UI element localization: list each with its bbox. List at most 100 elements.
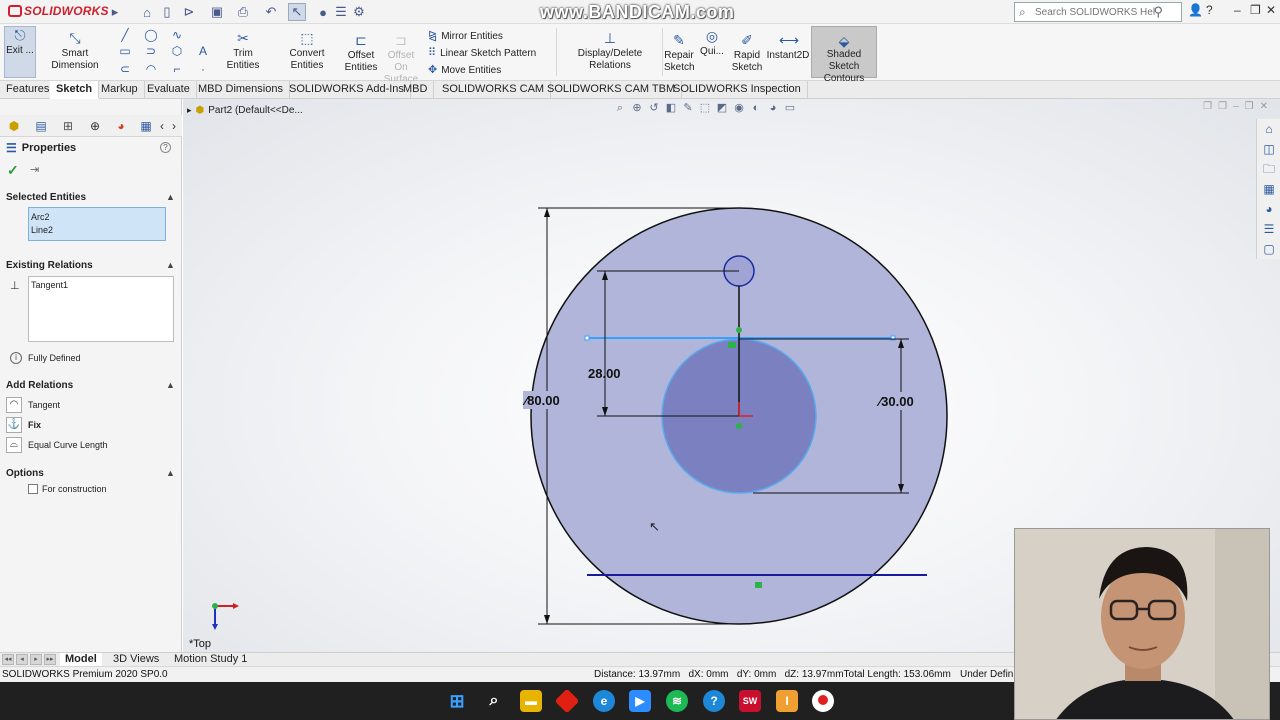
restore-icon[interactable]: ❐ (1250, 3, 1261, 17)
linear-sketch-pattern-button[interactable]: ⠿ Linear Sketch Pattern (428, 46, 536, 59)
convert-entities-button[interactable]: ⬚ Convert Entities (272, 30, 342, 72)
add-relation-fix[interactable]: ⚓ Fix (6, 417, 41, 433)
vertical-offset-dimension[interactable]: 28.00 (588, 366, 621, 381)
list-item[interactable]: Line2 (31, 224, 163, 237)
zoom-icon[interactable]: ▶ (629, 690, 651, 712)
collapse-caret-icon[interactable]: ▲ (166, 468, 175, 478)
collapse-caret-icon[interactable]: ▲ (166, 380, 175, 390)
close-icon[interactable]: ✕ (1266, 3, 1276, 17)
display-manager-icon[interactable]: ◕ (113, 118, 129, 134)
add-relation-tangent[interactable]: ◠ Tangent (6, 397, 60, 413)
expand-arrow-icon[interactable]: ▸ (106, 3, 124, 21)
cam-manager-icon[interactable]: ▦ (138, 118, 154, 134)
dimxpert-icon[interactable]: ⊕ (87, 118, 103, 134)
list-item[interactable]: Arc2 (31, 211, 163, 224)
property-manager-icon[interactable]: ▤ (33, 118, 49, 134)
save-icon[interactable]: ▣ (208, 3, 226, 21)
home-icon[interactable]: ⌂ (138, 3, 156, 21)
line-icon[interactable]: ╱ (118, 28, 132, 42)
outer-diameter-dimension[interactable]: ∕80.00 (522, 393, 560, 408)
instant2d-button[interactable]: ⟷ Instant2D (766, 32, 810, 62)
rebuild-icon[interactable]: ● (314, 3, 332, 21)
minimize-icon[interactable]: – (1234, 3, 1241, 17)
trim-entities-button[interactable]: ✂ Trim Entities (216, 30, 270, 72)
smart-dimension-button[interactable]: ⤡ Smart Dimension (40, 30, 110, 72)
select-icon[interactable]: ↖ (288, 3, 306, 21)
collapse-caret-icon[interactable]: ▲ (166, 192, 175, 202)
search-input[interactable] (1035, 6, 1155, 18)
fillet-icon[interactable]: ⌐ (170, 62, 184, 76)
tab-evaluate[interactable]: Evaluate (141, 81, 197, 99)
rectangle-icon[interactable]: ▭ (118, 44, 132, 58)
next-tab-icon[interactable]: ▸ (30, 654, 42, 665)
solidworks-icon[interactable]: SW (739, 690, 761, 712)
ok-check-icon[interactable]: ✓ (7, 162, 19, 179)
tab-solidworks-cam-tbm[interactable]: SOLIDWORKS CAM TBM (541, 81, 683, 99)
user-icon[interactable]: 👤 (1188, 3, 1203, 17)
tab-markup[interactable]: Markup (95, 81, 145, 99)
scroll-right-icon[interactable]: › (166, 118, 182, 134)
windows-icon[interactable]: ⊞ (446, 690, 468, 712)
new-document-icon[interactable]: ▯ (158, 3, 176, 21)
repair-sketch-button[interactable]: ✎ Repair Sketch (664, 32, 695, 74)
open-icon[interactable]: ⊳ (180, 3, 198, 21)
prev-tab-icon[interactable]: ◂ (16, 654, 28, 665)
exit-sketch-button[interactable]: ⎋ Exit ... (4, 26, 36, 78)
shaded-sketch-contours-button[interactable]: ⬙ Shaded Sketch Contours (811, 26, 877, 84)
search-go-icon[interactable]: ⚲ (1153, 4, 1163, 20)
tab-solidworks-inspection[interactable]: SOLIDWORKS Inspection (667, 81, 808, 99)
slot-icon[interactable]: ⊃ (144, 44, 158, 58)
existing-relations-list[interactable]: Tangent1 (28, 276, 174, 342)
mirror-entities-button[interactable]: ⧎ Mirror Entities (428, 29, 503, 42)
add-relation-equal-curve-length[interactable]: ⌓ Equal Curve Length (6, 437, 108, 453)
file-explorer-icon[interactable]: ▬ (520, 690, 542, 712)
tab-sketch[interactable]: Sketch (50, 81, 100, 99)
tab-solidworks-cam[interactable]: SOLIDWORKS CAM (436, 81, 552, 99)
tab-mbd-dimensions[interactable]: MBD Dimensions (192, 81, 290, 99)
quick-snaps-button[interactable]: ◎ Qui... (700, 28, 724, 58)
solidworks-logo[interactable]: SOLIDWORKS (8, 4, 109, 18)
configuration-manager-icon[interactable]: ⊞ (60, 118, 76, 134)
point-icon[interactable]: · (196, 62, 210, 76)
move-entities-button[interactable]: ✥ Move Entities (428, 63, 501, 76)
pin-icon[interactable]: ⇥ (30, 163, 39, 176)
feature-tree-icon[interactable]: ⬢ (6, 118, 22, 134)
text-icon[interactable]: A (196, 44, 210, 58)
tab-mbd[interactable]: MBD (397, 81, 435, 99)
sketch-state[interactable]: Under Defin (960, 667, 1013, 682)
slot-tool-icon[interactable]: ⊂ (118, 62, 132, 76)
record-icon[interactable] (812, 690, 834, 712)
collapse-caret-icon[interactable]: ▲ (166, 260, 175, 270)
polygon-icon[interactable]: ⬡ (170, 44, 184, 58)
circle-icon[interactable]: ◯ (144, 28, 158, 42)
spotify-icon[interactable]: ≋ (666, 690, 688, 712)
print-icon[interactable]: ⎙ (234, 3, 252, 21)
list-item[interactable]: Tangent1 (31, 280, 171, 290)
options-gear-icon[interactable]: ⚙ (350, 3, 368, 21)
arc-icon[interactable]: ◠ (144, 62, 158, 76)
tab-features[interactable]: Features (0, 81, 57, 99)
checkbox-box[interactable] (28, 484, 38, 494)
rapid-sketch-button[interactable]: ✐ Rapid Sketch (730, 32, 764, 74)
last-tab-icon[interactable]: ▸▸ (44, 654, 56, 665)
first-tab-icon[interactable]: ◂◂ (2, 654, 14, 665)
display-delete-relations-button[interactable]: ⊥ Display/Delete Relations (560, 30, 660, 72)
red-app-icon[interactable] (554, 688, 580, 714)
for-construction-checkbox[interactable]: For construction (28, 484, 107, 494)
sublime-icon[interactable]: I (776, 690, 798, 712)
file-properties-icon[interactable]: ☰ (332, 3, 350, 21)
search-icon[interactable]: ⌕ (483, 690, 505, 712)
line-endpoint[interactable] (584, 335, 590, 341)
help-icon[interactable]: ? (703, 690, 725, 712)
offset-on-surface-button[interactable]: ⊐ Offset On Surface (380, 32, 422, 86)
undo-icon[interactable]: ↶ (262, 3, 280, 21)
offset-entities-button[interactable]: ⊏ Offset Entities (342, 32, 380, 74)
tab-solidworks-add-ins[interactable]: SOLIDWORKS Add-Ins (283, 81, 411, 99)
tab-motion-study[interactable]: Motion Study 1 (169, 653, 252, 667)
search-help-box[interactable]: ⌕ ⚲ (1014, 2, 1182, 22)
inner-diameter-dimension[interactable]: ∕30.00 (876, 394, 914, 409)
edge-icon[interactable]: e (593, 690, 615, 712)
help-question-icon[interactable]: ? (160, 142, 171, 153)
selected-entities-list[interactable]: Arc2 Line2 (28, 207, 166, 241)
help-icon[interactable]: ? (1206, 3, 1213, 17)
